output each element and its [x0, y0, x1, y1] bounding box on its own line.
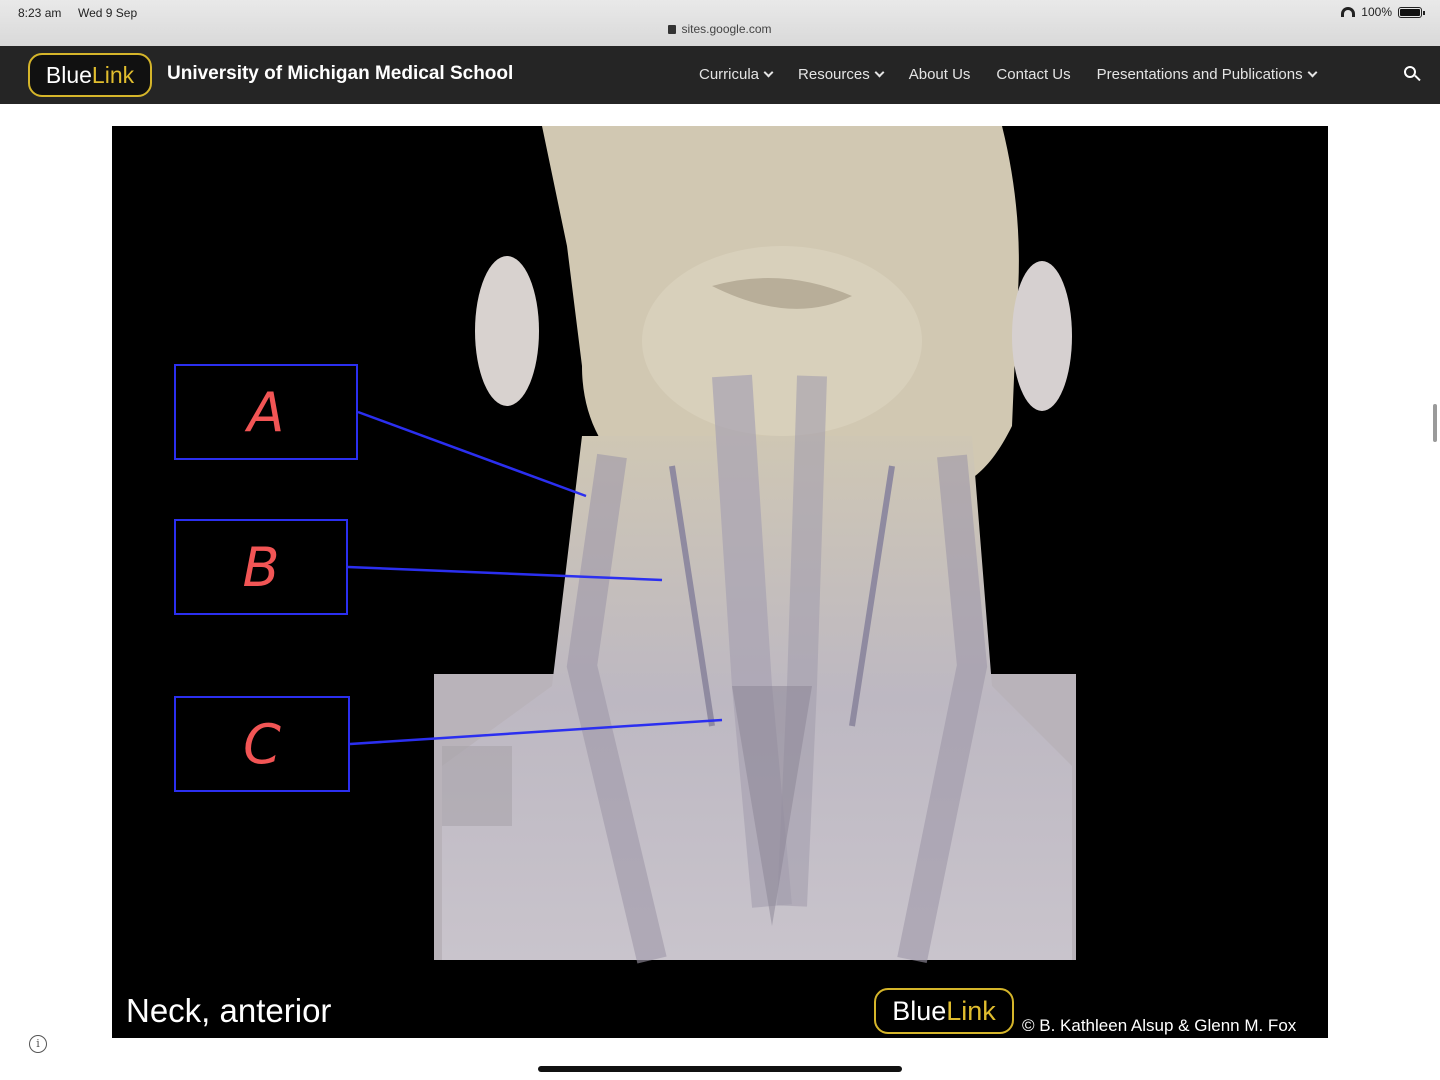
copyright-credit: © B. Kathleen Alsup & Glenn M. Fox: [1022, 1016, 1297, 1035]
logo-link-text: Link: [946, 995, 996, 1026]
label-box-b: B: [174, 519, 348, 615]
status-indicators: 100%: [1341, 5, 1425, 19]
main-nav: Curricula Resources About Us Contact Us …: [699, 66, 1318, 83]
battery-icon: [1398, 6, 1425, 18]
label-b-text: B: [242, 535, 280, 599]
status-bar: 8:23 am Wed 9 Sep sites.google.com 100%: [0, 0, 1440, 46]
site-title[interactable]: University of Michigan Medical School: [167, 63, 513, 85]
address-bar[interactable]: sites.google.com: [0, 22, 1440, 36]
logo-blue-text: Blue: [45, 61, 92, 88]
wifi-icon: [1341, 7, 1356, 17]
nav-label: Curricula: [699, 66, 760, 83]
nav-curricula[interactable]: Curricula: [699, 66, 774, 83]
slide-caption: Neck, anterior: [126, 992, 332, 1029]
nav-label: Presentations and Publications: [1096, 66, 1303, 83]
info-icon[interactable]: i: [29, 1035, 47, 1053]
nav-contact-us[interactable]: Contact Us: [996, 66, 1070, 83]
slide-bluelink-logo: Blue Link: [874, 988, 1014, 1034]
search-icon[interactable]: [1404, 66, 1421, 82]
battery-percent: 100%: [1361, 5, 1392, 19]
nav-label: Resources: [798, 66, 870, 83]
label-box-c: C: [174, 696, 350, 792]
chevron-down-icon: [1307, 67, 1318, 78]
site-header: Blue Link University of Michigan Medical …: [0, 46, 1440, 104]
scrollbar[interactable]: [1433, 404, 1437, 442]
label-box-a: A: [174, 364, 358, 460]
logo-link-text: Link: [91, 61, 135, 88]
chevron-down-icon: [763, 67, 774, 78]
status-time: 8:23 am: [18, 6, 62, 20]
label-c-text: C: [243, 712, 281, 776]
nav-label: Contact Us: [996, 66, 1071, 83]
nav-label: About Us: [908, 66, 971, 83]
status-date: Wed 9 Sep: [78, 6, 138, 20]
label-a-text: A: [247, 380, 285, 444]
address-url: sites.google.com: [681, 22, 772, 36]
nav-presentations-publications[interactable]: Presentations and Publications: [1096, 66, 1318, 83]
nav-about-us[interactable]: About Us: [909, 66, 971, 83]
lock-icon: [668, 25, 677, 34]
anatomy-slide: A B C Neck, anterior Blue Link © B. Kathl…: [112, 126, 1328, 1038]
nav-resources[interactable]: Resources: [798, 66, 885, 83]
logo-blue-text: Blue: [892, 995, 947, 1026]
home-indicator[interactable]: [538, 1066, 902, 1072]
chevron-down-icon: [874, 67, 885, 78]
bluelink-logo[interactable]: Blue Link: [28, 53, 152, 97]
